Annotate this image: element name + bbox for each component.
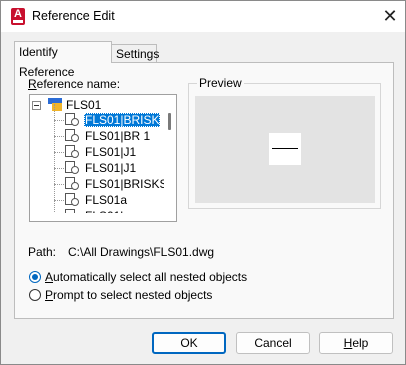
tree-root-label: FLS01 — [66, 98, 102, 112]
tree-item-label: FLS01|BRISK — [84, 113, 161, 127]
xref-block-icon — [65, 145, 80, 159]
preview-group: Preview — [188, 76, 381, 209]
prompt-select-label[interactable]: Prompt to select nested objects — [45, 288, 212, 302]
reference-edit-dialog: A Reference Edit ✕ Identify Reference Se… — [0, 0, 406, 365]
tree-item-label: FLS01|J1 — [85, 145, 137, 159]
title-bar: A Reference Edit ✕ — [1, 1, 405, 32]
tree-item[interactable]: FLS01|J1 — [54, 136, 176, 160]
tab-identify-reference[interactable]: Identify Reference — [14, 41, 112, 79]
tree-root-item[interactable]: FLS01 — [32, 98, 162, 112]
help-button[interactable]: Help — [319, 332, 393, 354]
collapse-icon[interactable] — [32, 101, 41, 110]
preview-label: Preview — [197, 76, 244, 90]
tree-item-label: FLS01|BRISKS — [85, 177, 168, 191]
path-value: C:\All Drawings\FLS01.dwg — [68, 245, 215, 259]
tree-item-label: FLS01a — [85, 193, 128, 207]
tab-settings[interactable]: Settings — [112, 44, 159, 63]
tree-horizontal-scrollbar[interactable] — [30, 213, 176, 221]
auto-select-label[interactable]: Automatically select all nested objects — [45, 270, 247, 284]
path-label: Path: — [28, 245, 57, 259]
preview-area — [195, 96, 375, 203]
tree-item-label: FLS01|BR 1 — [85, 129, 151, 143]
xref-block-icon — [65, 161, 80, 175]
autocad-app-icon: A — [11, 8, 25, 25]
preview-thumbnail — [269, 133, 301, 165]
prompt-select-radio[interactable] — [29, 289, 41, 301]
tree-vertical-scrollbar[interactable] — [164, 95, 176, 221]
cancel-button[interactable]: Cancel — [236, 332, 310, 354]
scrollbar-thumb[interactable] — [168, 113, 171, 130]
tree-item[interactable]: FLS01|BRISKS — [54, 168, 176, 192]
tree-item[interactable]: FLS01|BRISK — [54, 104, 176, 128]
identify-reference-panel: Reference name: FLS01 FLS01|BRISK FLS01|… — [14, 62, 394, 319]
tree-item-label: FLS01|J1 — [85, 161, 137, 175]
reference-tree[interactable]: FLS01 FLS01|BRISK FLS01|BR 1 FLS01|J1 FL… — [29, 94, 177, 222]
ok-button[interactable]: OK — [152, 332, 226, 354]
tree-item[interactable]: FLS01a — [54, 184, 176, 208]
xref-block-icon — [65, 129, 80, 143]
xref-block-icon — [65, 113, 80, 127]
xref-block-icon — [65, 193, 80, 207]
tree-item[interactable]: FLS01|J1 — [54, 152, 176, 176]
auto-select-radio[interactable] — [29, 271, 41, 283]
tree-item[interactable]: FLS01|BR 1 — [54, 120, 176, 144]
xref-block-icon — [65, 177, 80, 191]
window-title: Reference Edit — [32, 9, 115, 23]
close-icon[interactable]: ✕ — [379, 5, 401, 27]
app-icon-letter: A — [14, 8, 22, 20]
drawing-root-icon — [48, 98, 62, 112]
